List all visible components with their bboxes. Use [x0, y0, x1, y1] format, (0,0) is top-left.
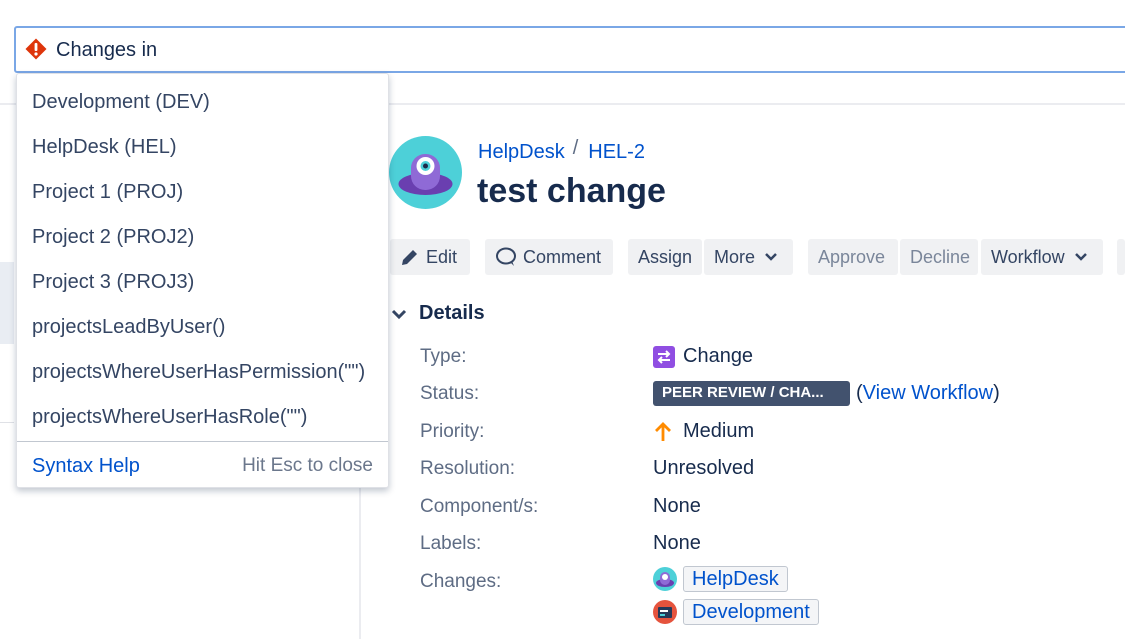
view-workflow-link[interactable]: View Workflow — [863, 382, 993, 405]
type-value: Change — [653, 345, 753, 368]
suggestion-item[interactable]: HelpDesk (HEL) — [32, 136, 176, 159]
type-label: Type: — [420, 346, 467, 367]
changes-value-helpdesk: HelpDesk — [653, 566, 788, 592]
helpdesk-tag-link[interactable]: HelpDesk — [683, 566, 788, 592]
more-button-label: More — [714, 246, 756, 267]
resolution-label: Resolution: — [420, 458, 516, 479]
dropdown-divider — [17, 441, 388, 442]
change-type-icon — [653, 345, 675, 368]
autocomplete-dropdown: Development (DEV) HelpDesk (HEL) Project… — [16, 73, 389, 488]
workflow-button-label: Workflow — [991, 246, 1065, 267]
resolution-value: Unresolved — [653, 457, 755, 479]
project-avatar-icon[interactable] — [389, 136, 462, 209]
suggestion-item[interactable]: projectsWhereUserHasRole("") — [32, 406, 307, 429]
breadcrumb-issue-key-link[interactable]: HEL-2 — [588, 141, 645, 163]
status-badge[interactable]: PEER REVIEW / CHA... — [653, 381, 850, 406]
comment-button-label: Comment — [523, 246, 602, 267]
left-panel-selected-row[interactable] — [0, 262, 14, 344]
approve-button-label: Approve — [818, 246, 886, 267]
helpdesk-project-icon — [653, 567, 677, 591]
breadcrumb: HelpDesk / HEL-2 — [478, 137, 645, 164]
chevron-down-icon — [1074, 253, 1087, 261]
syntax-help-link[interactable]: Syntax Help — [32, 455, 140, 478]
development-project-icon — [653, 600, 677, 624]
view-workflow-close-paren: ) — [993, 382, 1000, 404]
jql-search-input[interactable] — [56, 36, 1056, 64]
issue-title[interactable]: test change — [477, 172, 666, 211]
priority-value-text: Medium — [683, 420, 755, 442]
comment-button[interactable]: Comment — [485, 239, 613, 275]
suggestion-item[interactable]: Project 1 (PROJ) — [32, 181, 183, 204]
components-value: None — [653, 495, 701, 517]
overflow-button[interactable] — [1117, 239, 1125, 275]
workflow-button[interactable]: Workflow — [981, 239, 1103, 275]
changes-label: Changes: — [420, 571, 502, 592]
arrow-up-icon — [655, 421, 671, 441]
suggestion-item[interactable]: Project 3 (PROJ3) — [32, 271, 194, 294]
labels-value: None — [653, 532, 701, 554]
details-section-toggle[interactable]: Details — [391, 302, 485, 325]
edit-button[interactable]: Edit — [390, 239, 470, 275]
details-heading: Details — [419, 302, 485, 324]
more-button[interactable]: More — [704, 239, 793, 275]
status-label: Status: — [420, 383, 480, 404]
status-value: PEER REVIEW / CHA... (View Workflow) — [653, 381, 1000, 406]
priority-value: Medium — [653, 420, 754, 443]
left-panel-divider — [0, 422, 14, 423]
type-value-text: Change — [683, 345, 754, 367]
approve-button[interactable]: Approve — [808, 239, 898, 275]
edit-button-label: Edit — [426, 246, 458, 267]
changes-value-development: Development — [653, 599, 819, 625]
chevron-down-icon — [765, 253, 777, 261]
comment-icon — [496, 247, 516, 266]
chevron-down-icon — [391, 309, 407, 319]
decline-button[interactable]: Decline — [900, 239, 978, 275]
pencil-icon — [402, 250, 417, 265]
components-label: Component/s: — [420, 496, 539, 517]
assign-button[interactable]: Assign — [628, 239, 702, 275]
jql-search-bar[interactable] — [14, 26, 1125, 73]
suggestion-item[interactable]: projectsLeadByUser() — [32, 316, 225, 339]
esc-hint: Hit Esc to close — [242, 455, 373, 476]
view-workflow-open-paren: ( — [856, 382, 863, 404]
development-tag-link[interactable]: Development — [683, 599, 819, 625]
warning-icon — [25, 38, 47, 60]
breadcrumb-separator: / — [572, 137, 579, 159]
labels-label: Labels: — [420, 533, 482, 554]
priority-label: Priority: — [420, 421, 485, 442]
breadcrumb-project-link[interactable]: HelpDesk — [478, 141, 565, 163]
suggestion-item[interactable]: Development (DEV) — [32, 91, 210, 114]
suggestion-item[interactable]: projectsWhereUserHasPermission("") — [32, 361, 365, 384]
assign-button-label: Assign — [638, 246, 693, 267]
suggestion-item[interactable]: Project 2 (PROJ2) — [32, 226, 194, 249]
decline-button-label: Decline — [910, 246, 971, 267]
